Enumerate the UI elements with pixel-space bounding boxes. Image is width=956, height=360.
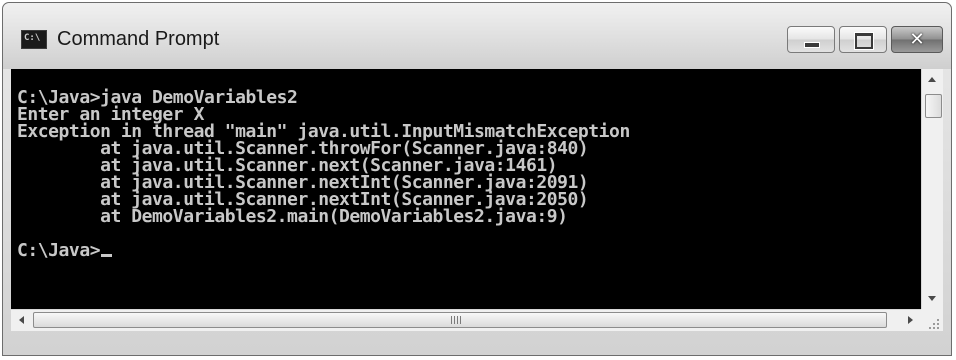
close-button[interactable]: ✕ bbox=[891, 26, 943, 53]
command-prompt-window: C:\ Command Prompt ✕ C:\Java>java DemoVa… bbox=[2, 2, 952, 356]
vertical-scroll-thumb[interactable] bbox=[925, 94, 942, 118]
scroll-up-arrow-icon[interactable] bbox=[928, 77, 936, 82]
grip-dot bbox=[933, 327, 935, 329]
scroll-right-arrow-icon[interactable] bbox=[908, 316, 913, 324]
console-icon[interactable]: C:\ bbox=[21, 30, 47, 49]
app-icon-text: C:\ bbox=[24, 33, 41, 43]
close-icon: ✕ bbox=[909, 29, 925, 50]
minimize-icon bbox=[804, 42, 820, 48]
minimize-button[interactable] bbox=[787, 26, 835, 53]
console-output-text: C:\Java>java DemoVariables2 Enter an int… bbox=[17, 87, 630, 261]
scroll-down-arrow-icon[interactable] bbox=[928, 296, 936, 301]
resize-grip-icon[interactable] bbox=[921, 309, 943, 331]
scroll-left-arrow-icon[interactable] bbox=[19, 316, 24, 324]
maximize-icon bbox=[855, 33, 873, 49]
thumb-grip-icon bbox=[451, 316, 461, 324]
text-cursor bbox=[101, 254, 113, 257]
grip-dot bbox=[929, 327, 931, 329]
horizontal-scroll-thumb[interactable] bbox=[33, 312, 887, 328]
vertical-scrollbar[interactable] bbox=[921, 69, 943, 309]
maximize-button[interactable] bbox=[839, 26, 887, 53]
grip-dot bbox=[937, 327, 939, 329]
window-title: Command Prompt bbox=[57, 28, 220, 50]
title-bar[interactable]: C:\ Command Prompt ✕ bbox=[3, 3, 951, 69]
horizontal-scrollbar[interactable] bbox=[11, 309, 921, 331]
grip-dot bbox=[937, 323, 939, 325]
grip-dot bbox=[937, 319, 939, 321]
grip-dot bbox=[933, 323, 935, 325]
console-text-wrapper: C:\Java>java DemoVariables2 Enter an int… bbox=[11, 69, 921, 261]
console-output-area[interactable]: C:\Java>java DemoVariables2 Enter an int… bbox=[11, 69, 921, 309]
